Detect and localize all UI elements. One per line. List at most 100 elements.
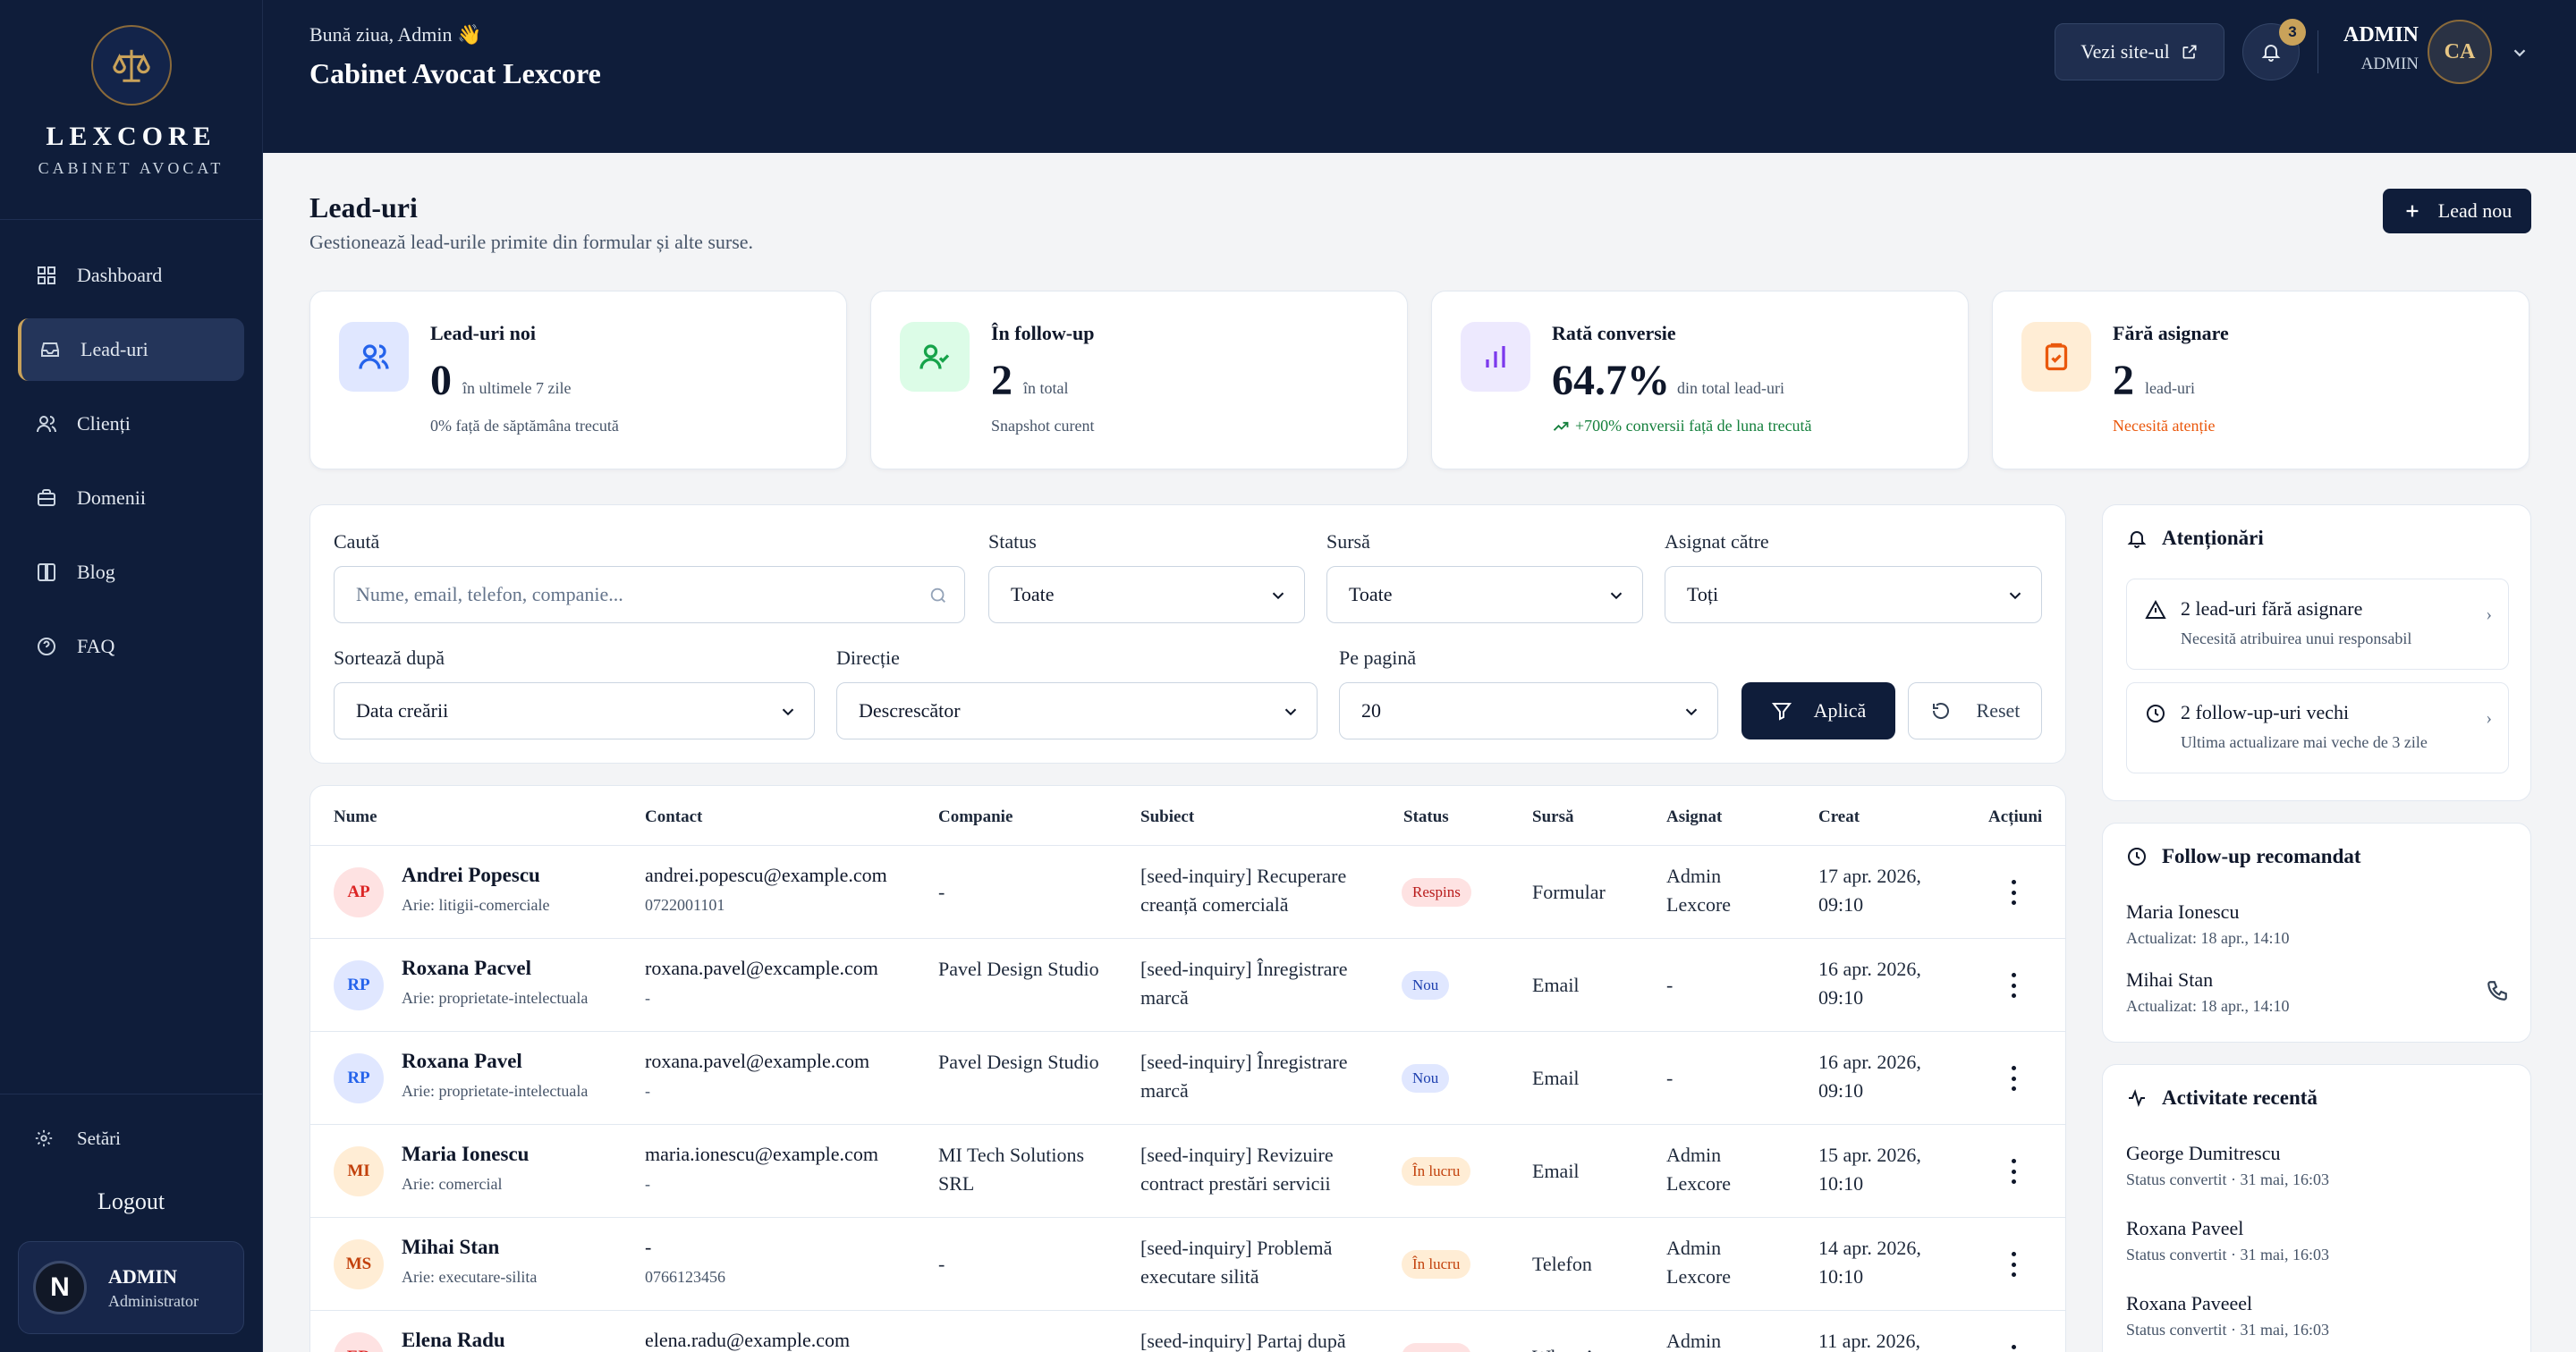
column-header[interactable]: Asignat [1666, 807, 1722, 827]
source-label: Sursă [1326, 530, 1370, 553]
kpi-note: +700% conversii față de luna trecută [1575, 417, 1812, 435]
plus-icon [2406, 205, 2419, 217]
source-select[interactable]: Toate [1326, 566, 1643, 623]
status-badge: Respins [1402, 878, 1471, 907]
avatar[interactable]: CA [2428, 20, 2492, 84]
lead-name[interactable]: Mihai Stan [402, 1236, 499, 1259]
column-header[interactable]: Sursă [1532, 807, 1573, 827]
followup-name[interactable]: Maria Ionescu [2126, 900, 2239, 924]
sidebar-user-card[interactable]: N ADMIN Administrator [18, 1241, 244, 1334]
avatar: MS [334, 1239, 384, 1289]
table-row[interactable]: RP Roxana Pavel Arie: proprietate-intele… [310, 1032, 2065, 1125]
sidebar-item-clients[interactable]: Clienți [18, 393, 244, 455]
sidebar-item-settings[interactable]: Setări [18, 1105, 244, 1171]
dashboard-icon [38, 266, 55, 284]
more-actions-icon[interactable] [2010, 1066, 2017, 1091]
more-actions-icon[interactable] [2010, 1159, 2017, 1184]
reset-button[interactable]: Reset [1908, 682, 2042, 739]
kpi-icon-box [2021, 322, 2091, 392]
table-row[interactable]: RP Roxana Pacvel Arie: proprietate-intel… [310, 939, 2065, 1032]
lead-phone: - [645, 1082, 650, 1100]
column-header[interactable]: Companie [938, 807, 1013, 827]
lead-area: Arie: litigii-comerciale [402, 896, 550, 914]
header-user-name: ADMIN [2343, 23, 2419, 46]
lead-area: Arie: proprietate-intelectuala [402, 989, 589, 1007]
lead-email[interactable]: elena.radu@example.com [645, 1329, 850, 1352]
page-title: Lead-uri [309, 191, 418, 224]
sort-select[interactable]: Data creării [334, 682, 815, 739]
more-actions-icon[interactable] [2010, 1345, 2017, 1352]
table-row[interactable]: MS Mihai Stan Arie: executare-silita - 0… [310, 1218, 2065, 1311]
lead-email[interactable]: maria.ionescu@example.com [645, 1143, 878, 1166]
search-input[interactable]: Nume, email, telefon, companie... [334, 566, 965, 623]
lead-email[interactable]: - [645, 1236, 651, 1259]
activity-name[interactable]: George Dumitrescu [2126, 1142, 2281, 1165]
assigned-select[interactable]: Toți [1665, 566, 2042, 623]
kpi-card-unassigned: Fără asignare 2 lead-uri Necesită atenți… [1992, 291, 2529, 469]
sidebar-item-leads[interactable]: Lead-uri [18, 318, 244, 381]
column-header[interactable]: Contact [645, 807, 702, 827]
activity-name[interactable]: Roxana Paveeel [2126, 1292, 2252, 1315]
column-header[interactable]: Status [1403, 807, 1449, 827]
lead-name[interactable]: Roxana Pavel [402, 1050, 522, 1073]
phone-icon[interactable] [2486, 979, 2509, 1002]
activity-name[interactable]: Roxana Paveel [2126, 1217, 2243, 1240]
lead-name[interactable]: Elena Radu [402, 1329, 505, 1352]
table-row[interactable]: ER Elena Radu elena.radu@example.com [se… [310, 1311, 2065, 1352]
lead-name[interactable]: Andrei Popescu [402, 864, 540, 887]
lead-company: Pavel Design Studio [938, 958, 1099, 980]
brand-subtitle: CABINET AVOCAT [38, 159, 225, 177]
table-row[interactable]: AP Andrei Popescu Arie: litigii-comercia… [310, 846, 2065, 939]
direction-select[interactable]: Descrescător [836, 682, 1318, 739]
view-site-button[interactable]: Vezi site-ul [2055, 23, 2224, 80]
briefcase-icon [38, 489, 55, 506]
gear-icon [35, 1129, 53, 1147]
more-actions-icon[interactable] [2010, 880, 2017, 905]
header-user[interactable]: ADMIN ADMIN [2329, 23, 2419, 74]
scales-logo-icon[interactable] [90, 25, 172, 106]
search-label: Caută [334, 530, 380, 553]
chevron-down-icon [1685, 708, 1698, 716]
kpi-note: 0% față de săptămâna trecută [430, 417, 619, 435]
kpi-icon-box [1461, 322, 1530, 392]
notifications-button[interactable]: 3 [2242, 19, 2306, 80]
more-actions-icon[interactable] [2010, 1252, 2017, 1277]
status-select[interactable]: Toate [988, 566, 1305, 623]
lead-source: Formular [1532, 881, 1606, 903]
alert-unassigned[interactable]: 2 lead-uri fără asignare Necesită atribu… [2126, 579, 2509, 670]
sidebar-item-blog[interactable]: Blog [18, 541, 244, 604]
lead-name[interactable]: Maria Ionescu [402, 1143, 529, 1166]
table-row[interactable]: MI Maria Ionescu Arie: comercial maria.i… [310, 1125, 2065, 1218]
sidebar-item-domains[interactable]: Domenii [18, 467, 244, 529]
activity-title: Activitate recentă [2162, 1086, 2318, 1109]
settings-label: Setări [77, 1127, 121, 1149]
lead-name[interactable]: Roxana Pacvel [402, 957, 531, 980]
bell-icon [2261, 45, 2281, 62]
column-header[interactable]: Creat [1818, 807, 1860, 827]
column-header[interactable]: Subiect [1140, 807, 1194, 827]
chevron-down-icon[interactable] [2510, 43, 2529, 63]
lead-email[interactable]: roxana.pavel@example.com [645, 1050, 869, 1073]
alert-title: 2 follow-up-uri vechi [2181, 701, 2350, 723]
more-actions-icon[interactable] [2010, 973, 2017, 998]
per-page-select[interactable]: 20 [1339, 682, 1718, 739]
top-header: Bună ziua, Admin 👋 Cabinet Avocat Lexcor… [263, 0, 2576, 153]
followup-name[interactable]: Mihai Stan [2126, 968, 2213, 992]
sidebar-item-faq[interactable]: FAQ [18, 615, 244, 678]
lead-created: 14 apr. 2026, 10:10 [1818, 1237, 1921, 1288]
avatar: AP [334, 867, 384, 917]
lead-email[interactable]: roxana.pavel@excample.com [645, 957, 878, 980]
lead-assigned: - [1666, 974, 1674, 996]
brand: LEXCORE CABINET AVOCAT [0, 0, 262, 220]
apply-button[interactable]: Aplică [1741, 682, 1895, 739]
assigned-label: Asignat către [1665, 530, 1769, 553]
alert-old-followups[interactable]: 2 follow-up-uri vechi Ultima actualizare… [2126, 682, 2509, 773]
lead-email[interactable]: andrei.popescu@example.com [645, 864, 887, 887]
sidebar-item-dashboard[interactable]: Dashboard [18, 244, 244, 307]
new-lead-button[interactable]: Lead nou [2383, 189, 2531, 233]
column-header[interactable]: Nume [334, 807, 377, 827]
lead-subject: [seed-inquiry] Revizuire contract prestă… [1140, 1144, 1334, 1195]
logout-button[interactable]: Logout [0, 1175, 262, 1229]
lead-source: Email [1532, 1160, 1580, 1182]
assigned-value: Toți [1687, 583, 1719, 605]
